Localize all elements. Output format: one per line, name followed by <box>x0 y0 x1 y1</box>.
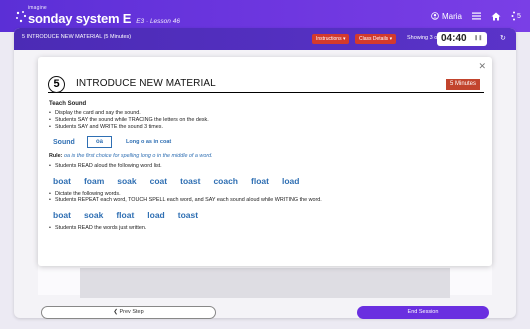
word-item: load <box>281 175 300 186</box>
user-icon <box>431 12 439 20</box>
level-number: 5 <box>517 12 521 20</box>
modal-content: Teach Sound Display the card and say the… <box>49 101 479 232</box>
bullet-list-3: Dictate the following words. Students RE… <box>49 191 479 205</box>
pause-icon[interactable]: ❚❚ <box>474 35 482 41</box>
sound-card: oa <box>87 136 112 149</box>
prev-step-button[interactable]: ❮ Prev Step <box>41 306 216 319</box>
user-menu[interactable]: Maria <box>431 12 462 21</box>
lesson-label: E3 · Lesson 46 <box>136 18 180 25</box>
list-item: Dictate the following words. <box>49 191 479 198</box>
lesson-subbar: 5 INTRODUCE NEW MATERIAL (5 Minutes) Ins… <box>14 28 516 50</box>
brand-name: sonday system E <box>28 11 132 26</box>
word-item: float <box>251 175 269 186</box>
modal-title: INTRODUCE NEW MATERIAL <box>76 78 216 89</box>
word-item: load <box>147 210 165 221</box>
word-item: toast <box>177 210 199 221</box>
sound-row: Sound oa Long o as in coat <box>53 136 479 149</box>
rule-line: Rule: oa is the first choice for spellin… <box>49 153 479 160</box>
sound-label: Sound <box>53 138 75 146</box>
bullet-list-4: Students READ the words just written. <box>49 225 479 232</box>
brand: imagine sonday system E E3 · Lesson 46 <box>28 5 180 27</box>
bullet-list-2: Students READ aloud the following word l… <box>49 163 479 170</box>
word-item: boat <box>53 210 71 221</box>
word-item: boat <box>53 175 71 186</box>
list-item: Students SAY and WRITE the sound 3 times… <box>49 124 479 131</box>
rule-text: oa is the first choice for spelling long… <box>63 153 213 160</box>
user-name: Maria <box>441 11 462 21</box>
level-indicator[interactable]: 5 <box>510 10 522 22</box>
word-item: coach <box>213 175 239 186</box>
list-item: Students READ aloud the following word l… <box>49 163 479 170</box>
sonday-logo-icon <box>16 11 27 23</box>
home-icon[interactable] <box>490 10 502 22</box>
minutes-badge: 5 Minutes <box>445 79 480 90</box>
instructions-button[interactable]: Instructions ▾ <box>312 34 350 44</box>
brand-imagine: imagine <box>28 5 47 11</box>
step-title: 5 INTRODUCE NEW MATERIAL (5 Minutes) <box>22 34 132 40</box>
list-item: Students SAY the sound while TRACING the… <box>49 117 479 124</box>
hamburger-icon[interactable] <box>470 10 482 22</box>
section-title: Teach Sound <box>49 101 87 107</box>
header-actions: Maria 5 <box>431 10 522 22</box>
step-number: 5 <box>48 76 65 93</box>
word-list-1: boat foam soak coat toast coach float lo… <box>53 176 479 186</box>
list-item: Students REPEAT each word, TOUCH SPELL e… <box>49 197 479 204</box>
rule-label: Rule: <box>49 153 63 160</box>
modal-title-row: 5 INTRODUCE NEW MATERIAL 5 Minutes <box>48 76 484 93</box>
class-details-button[interactable]: Class Details ▾ <box>355 34 397 44</box>
bullet-list-1: Display the card and say the sound. Stud… <box>49 110 479 130</box>
word-item: soak <box>117 175 137 186</box>
content-placeholder <box>80 268 450 298</box>
end-session-button[interactable]: End Session <box>357 306 489 319</box>
word-item: soak <box>83 210 104 221</box>
word-item: coat <box>149 175 168 186</box>
reset-timer-icon[interactable]: ↻ <box>500 34 506 42</box>
word-item: foam <box>83 175 105 186</box>
word-item: float <box>116 210 135 221</box>
list-item: Display the card and say the sound. <box>49 110 479 117</box>
list-item: Students READ the words just written. <box>49 225 479 232</box>
instruction-modal: ✕ 5 INTRODUCE NEW MATERIAL 5 Minutes Tea… <box>38 57 492 266</box>
sound-description: Long o as in coat <box>126 139 172 146</box>
word-list-2: boat soak float load toast <box>53 210 479 220</box>
close-icon[interactable]: ✕ <box>478 61 486 72</box>
word-item: toast <box>180 175 201 186</box>
